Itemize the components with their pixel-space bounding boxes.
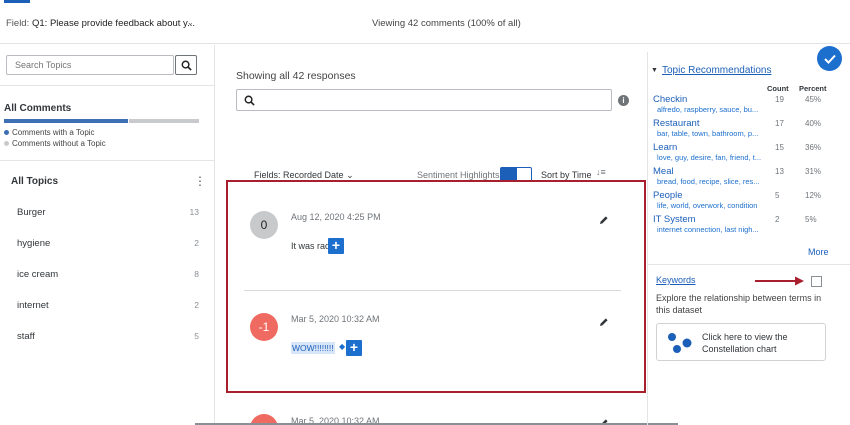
recommendation-percent: 31% xyxy=(805,167,822,176)
recommendation-keywords: bread, food, recipe, slice, res... xyxy=(657,177,760,186)
recommendation-item[interactable]: Meal bread, food, recipe, slice, res... … xyxy=(653,166,828,186)
recommendation-keywords: internet connection, last nigh... xyxy=(657,225,759,234)
legend-label: Comments with a Topic xyxy=(12,128,95,137)
recommendation-item[interactable]: People life, world, overwork, condition … xyxy=(653,190,828,210)
recommendation-name: Restaurant xyxy=(653,118,700,129)
divider xyxy=(0,85,215,86)
comments-with-topic-bar xyxy=(4,119,128,123)
recommendation-name: People xyxy=(653,190,683,201)
divider xyxy=(0,160,215,161)
recommendation-count: 2 xyxy=(775,215,780,224)
percent-column-header: Percent xyxy=(799,84,827,93)
comment-search-input[interactable] xyxy=(236,89,612,111)
chevron-down-icon[interactable]: ⌄ xyxy=(187,18,194,27)
keywords-link[interactable]: Keywords xyxy=(656,275,696,285)
topic-count: 2 xyxy=(194,300,199,310)
topic-name: internet xyxy=(17,300,49,311)
field-label: Field: xyxy=(6,18,30,29)
legend-dot xyxy=(4,130,9,135)
chevron-down-icon: ⌄ xyxy=(346,170,354,180)
constellation-chart-button[interactable]: Click here to view the Constellation cha… xyxy=(656,323,826,361)
recommendation-keywords: love, guy, desire, fan, friend, t... xyxy=(657,153,762,162)
fields-label: Fields: Recorded Date xyxy=(254,170,344,180)
check-button[interactable] xyxy=(817,46,842,71)
recommendation-keywords: bar, table, town, bathroom, p... xyxy=(657,129,759,138)
viewing-count: Viewing 42 comments (100% of all) xyxy=(372,18,521,29)
legend-without-topic: Comments without a Topic xyxy=(4,139,106,148)
expand-icon[interactable] xyxy=(811,276,822,287)
sort-by-time[interactable]: Sort by Time xyxy=(541,170,592,180)
recommendation-percent: 40% xyxy=(805,119,822,128)
topic-count: 8 xyxy=(194,269,199,279)
field-selector[interactable]: Q1: Please provide feedback about y... xyxy=(32,18,195,29)
topic-item[interactable]: ice cream 8 xyxy=(17,269,199,280)
recommendation-item[interactable]: Restaurant bar, table, town, bathroom, p… xyxy=(653,118,828,138)
topic-item[interactable]: Burger 13 xyxy=(17,207,199,218)
recommendation-count: 17 xyxy=(775,119,784,128)
legend-with-topic: Comments with a Topic xyxy=(4,128,95,137)
keywords-description: Explore the relationship between terms i… xyxy=(656,293,822,315)
more-options-icon[interactable]: ⋮ xyxy=(194,174,206,188)
recommendation-name: Meal xyxy=(653,166,674,177)
topic-item[interactable]: staff 5 xyxy=(17,331,199,342)
recommendation-name: Checkin xyxy=(653,94,688,105)
recommendation-count: 15 xyxy=(775,143,784,152)
recommendation-keywords: life, world, overwork, condition xyxy=(657,201,758,210)
comments-without-topic-bar xyxy=(129,119,199,123)
caret-down-icon[interactable]: ▼ xyxy=(651,67,658,74)
recommendation-count: 13 xyxy=(775,167,784,176)
recommendation-count: 19 xyxy=(775,95,784,104)
topic-item[interactable]: hygiene 2 xyxy=(17,238,199,249)
recommendation-percent: 36% xyxy=(805,143,822,152)
topic-name: staff xyxy=(17,331,35,342)
legend-label: Comments without a Topic xyxy=(12,139,106,148)
topic-name: hygiene xyxy=(17,238,51,249)
annotation-arrow xyxy=(755,276,804,286)
recommendation-percent: 45% xyxy=(805,95,822,104)
checkmark-icon xyxy=(823,54,836,64)
recommendation-item[interactable]: Checkin alfredo, raspberry, sauce, bu...… xyxy=(653,94,828,114)
annotation-highlight-box xyxy=(226,180,646,393)
recommendation-item[interactable]: IT System internet connection, last nigh… xyxy=(653,214,828,234)
sort-descending-icon[interactable]: ↓≡ xyxy=(596,167,606,177)
topic-name: Burger xyxy=(17,207,46,218)
topic-name: ice cream xyxy=(17,269,59,280)
recommendation-percent: 12% xyxy=(805,191,822,200)
recommendation-keywords: alfredo, raspberry, sauce, bu... xyxy=(657,105,759,114)
search-button[interactable] xyxy=(175,55,197,75)
constellation-icon xyxy=(668,333,692,353)
constellation-label: Click here to view the Constellation cha… xyxy=(702,332,788,354)
count-column-header: Count xyxy=(767,84,789,93)
recommendation-name: Learn xyxy=(653,142,678,153)
info-icon[interactable]: i xyxy=(618,95,629,106)
search-icon xyxy=(181,60,192,71)
recommendation-item[interactable]: Learn love, guy, desire, fan, friend, t.… xyxy=(653,142,828,162)
topics-sidebar xyxy=(0,45,215,425)
divider xyxy=(648,264,850,265)
more-link[interactable]: More xyxy=(808,247,829,257)
topic-recommendations-link[interactable]: Topic Recommendations xyxy=(662,65,772,76)
active-tab-indicator xyxy=(4,0,30,3)
all-comments-heading[interactable]: All Comments xyxy=(4,103,71,114)
recommendation-name: IT System xyxy=(653,214,696,225)
showing-responses: Showing all 42 responses xyxy=(236,70,356,82)
recommendation-percent: 5% xyxy=(805,215,817,224)
topic-count: 5 xyxy=(194,331,199,341)
search-topics-input[interactable] xyxy=(6,55,174,75)
topic-count: 13 xyxy=(189,207,199,217)
legend-dot xyxy=(4,141,9,146)
sentiment-highlights-label: Sentiment Highlights xyxy=(417,170,500,180)
topic-item[interactable]: internet 2 xyxy=(17,300,199,311)
recommendation-count: 5 xyxy=(775,191,780,200)
search-icon xyxy=(244,95,255,106)
all-topics-heading: All Topics xyxy=(11,176,59,187)
topic-count: 2 xyxy=(194,238,199,248)
